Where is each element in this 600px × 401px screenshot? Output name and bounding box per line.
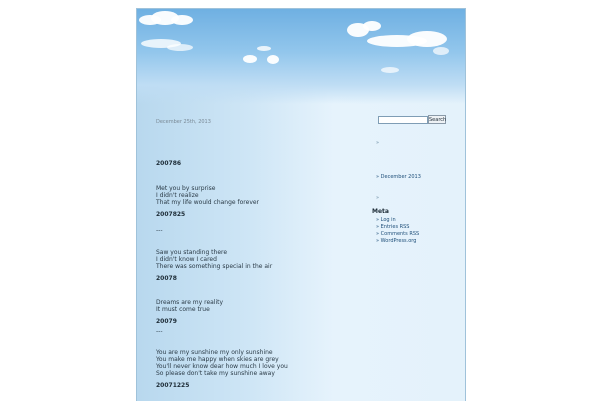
cloud bbox=[381, 67, 399, 73]
cloud bbox=[243, 55, 257, 63]
meta-heading: Meta bbox=[372, 208, 389, 215]
verse-line: That my life would change forever bbox=[156, 199, 260, 206]
meta-link-entries-rss[interactable]: » Entries RSS bbox=[376, 224, 419, 231]
cloud bbox=[363, 21, 381, 31]
entry-verse: Saw you standing there I didn't know I c… bbox=[156, 249, 272, 270]
archive-link-december-2013[interactable]: » December 2013 bbox=[376, 174, 421, 180]
verse-line: It must come true bbox=[156, 306, 210, 313]
search-input[interactable] bbox=[378, 116, 428, 124]
verse-line: Met you by surprise bbox=[156, 185, 216, 192]
meta-link-wordpress-org[interactable]: » WordPress.org bbox=[376, 238, 419, 245]
list-bullet: » bbox=[376, 140, 380, 146]
entry-title[interactable]: 200786 bbox=[156, 160, 181, 167]
verse-line: You'll never know dear how much I love y… bbox=[156, 363, 288, 370]
verse-line: Saw you standing there bbox=[156, 249, 228, 256]
search-button[interactable]: Search bbox=[428, 115, 446, 124]
meta-link-log-in[interactable]: » Log in bbox=[376, 217, 419, 224]
cloud bbox=[171, 15, 193, 25]
verse-line: Dreams are my reality bbox=[156, 299, 224, 306]
list-bullet: » bbox=[376, 195, 380, 201]
meta-link-comments-rss[interactable]: » Comments RSS bbox=[376, 231, 419, 238]
entry-title[interactable]: 20078 bbox=[156, 275, 177, 282]
entry-title[interactable]: 20071225 bbox=[156, 382, 189, 389]
entry-title[interactable]: 2007825 bbox=[156, 211, 185, 218]
cloud bbox=[407, 31, 447, 47]
verse-line: I didn't realize bbox=[156, 192, 199, 199]
sky-header-image bbox=[137, 9, 465, 104]
post-date: December 25th, 2013 bbox=[156, 119, 211, 125]
verse-line: You are my sunshine my only sunshine bbox=[156, 349, 273, 356]
verse-line: I didn't know I cared bbox=[156, 256, 217, 263]
entry-title[interactable]: 20079 bbox=[156, 318, 177, 325]
cloud bbox=[257, 46, 271, 51]
verse-line: So please don't take my sunshine away bbox=[156, 370, 275, 377]
meta-list: » Log in » Entries RSS » Comments RSS » … bbox=[376, 217, 419, 245]
entry-verse: Dreams are my reality It must come true bbox=[156, 299, 223, 313]
verse-line: There was something special in the air bbox=[156, 263, 273, 270]
entry-verse: Met you by surprise I didn't realize Tha… bbox=[156, 185, 259, 206]
verse-line: You make me happy when skies are grey bbox=[156, 356, 279, 363]
cloud bbox=[433, 47, 449, 55]
page-container: December 25th, 2013 200786 Met you by su… bbox=[136, 8, 466, 401]
cloud bbox=[267, 55, 279, 64]
cloud bbox=[167, 44, 193, 51]
separator: --- bbox=[156, 328, 163, 335]
separator: --- bbox=[156, 227, 163, 234]
entry-verse: You are my sunshine my only sunshine You… bbox=[156, 349, 288, 377]
